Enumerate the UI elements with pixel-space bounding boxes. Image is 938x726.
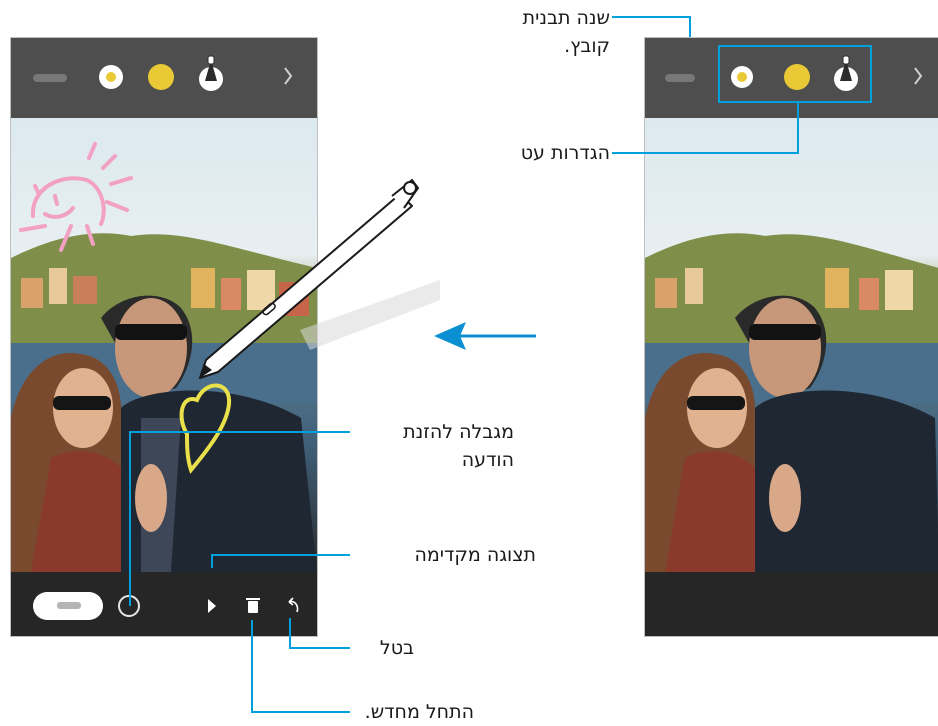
label-change-template: שנה תבנית קובץ.: [470, 4, 610, 60]
arrow-left-icon: [434, 322, 536, 350]
annotation-overlay: [129, 16, 799, 713]
leader-lines: [129, 16, 799, 713]
label-preview: תצוגה מקדימה: [414, 544, 536, 566]
label-message-limit-line2: הודעה: [461, 449, 514, 471]
label-message-limit-line1: מגבלה להזנת: [403, 421, 514, 443]
label-pen-settings: הגדרות עט: [520, 142, 610, 164]
label-change-template-line1: שנה תבנית: [522, 7, 610, 29]
label-restart: התחל מחדש.: [364, 701, 474, 723]
label-undo: בטל: [379, 637, 414, 659]
label-message-limit: מגבלה להזנת הודעה: [354, 418, 514, 474]
label-change-template-line2: קובץ.: [564, 35, 610, 57]
s-pen-stylus: [199, 178, 420, 379]
